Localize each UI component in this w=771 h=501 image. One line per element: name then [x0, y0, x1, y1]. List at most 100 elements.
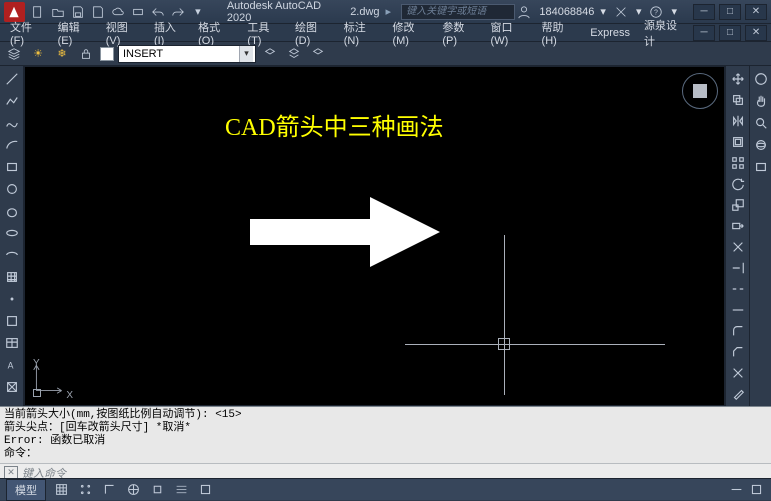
block-icon[interactable]	[3, 378, 21, 396]
menu-insert[interactable]: 插入(I)	[148, 19, 190, 47]
rotate-icon[interactable]	[729, 175, 747, 192]
layer-prev-icon[interactable]	[260, 44, 280, 64]
maximize-button[interactable]: □	[719, 4, 741, 20]
join-icon[interactable]	[729, 301, 747, 318]
status-right	[727, 481, 765, 499]
title-arrow-icon: ▸	[386, 5, 392, 18]
close-button[interactable]: ✕	[745, 4, 767, 20]
layer-combo-text: INSERT	[123, 48, 163, 60]
arc-icon[interactable]	[3, 136, 21, 154]
status-model-label[interactable]: 模型	[6, 479, 46, 501]
polyline-icon[interactable]	[3, 92, 21, 110]
erase-icon[interactable]	[729, 385, 747, 402]
lineweight-icon[interactable]	[172, 481, 190, 499]
menu-dimension[interactable]: 标注(N)	[338, 19, 385, 47]
workspace: A CAD箭头中三种画法 Y X	[0, 66, 771, 500]
menu-express[interactable]: Express	[584, 27, 636, 39]
sun-icon[interactable]: ☀	[28, 44, 48, 64]
doc-maximize-button[interactable]: □	[719, 25, 741, 41]
crosshair-vertical	[504, 235, 505, 395]
user-dropdown-icon[interactable]: ▾	[600, 5, 606, 18]
move-icon[interactable]	[729, 70, 747, 87]
customize-icon[interactable]	[727, 481, 745, 499]
viewcube[interactable]	[682, 73, 718, 109]
showmotion-icon[interactable]	[752, 158, 770, 176]
mtext-icon[interactable]: A	[3, 356, 21, 374]
ucs-origin-box	[33, 389, 41, 397]
doc-close-button[interactable]: ✕	[745, 25, 767, 41]
rectangle-icon[interactable]	[3, 158, 21, 176]
cmd-line-3: Error: 函数已取消	[4, 435, 105, 447]
user-id[interactable]: 184068846	[539, 6, 594, 18]
exchange-icon[interactable]	[612, 3, 630, 21]
layer-match-icon[interactable]	[308, 44, 328, 64]
drawing-row: A CAD箭头中三种画法 Y X	[0, 66, 771, 406]
grid-icon[interactable]	[52, 481, 70, 499]
draw-toolbar: A	[0, 66, 24, 406]
trim-icon[interactable]	[729, 238, 747, 255]
line-icon[interactable]	[3, 70, 21, 88]
chamfer-icon[interactable]	[729, 343, 747, 360]
menu-draw[interactable]: 绘图(D)	[289, 19, 336, 47]
mirror-icon[interactable]	[729, 112, 747, 129]
modify-toolbar	[725, 66, 749, 406]
viewcube-face[interactable]	[693, 84, 707, 98]
osnap-icon[interactable]	[148, 481, 166, 499]
explode-icon[interactable]	[729, 364, 747, 381]
svg-text:?: ?	[655, 9, 659, 16]
menu-bar: 文件(F) 编辑(E) 视图(V) 插入(I) 格式(O) 工具(T) 绘图(D…	[0, 24, 771, 42]
extend-icon[interactable]	[729, 259, 747, 276]
minimize-button[interactable]: ─	[693, 4, 715, 20]
offset-icon[interactable]	[729, 133, 747, 150]
stretch-icon[interactable]	[729, 217, 747, 234]
menu-format[interactable]: 格式(O)	[192, 19, 239, 47]
ellipsearc-icon[interactable]	[3, 246, 21, 264]
menu-tools[interactable]: 工具(T)	[241, 19, 287, 47]
svg-text:A: A	[7, 361, 13, 371]
array-icon[interactable]	[729, 154, 747, 171]
scale-icon[interactable]	[729, 196, 747, 213]
orbit-icon[interactable]	[752, 136, 770, 154]
menu-yuanquan[interactable]: 源泉设计	[638, 17, 691, 49]
layer-combo[interactable]: INSERT ▾	[118, 45, 256, 63]
nav-toolbar	[749, 66, 771, 406]
snap-icon[interactable]	[76, 481, 94, 499]
drawing-canvas[interactable]: CAD箭头中三种画法 Y X	[24, 66, 725, 406]
ortho-icon[interactable]	[100, 481, 118, 499]
cleanscreen-icon[interactable]	[747, 481, 765, 499]
help-search-input[interactable]: 键入关键字或短语	[401, 4, 515, 20]
menu-file[interactable]: 文件(F)	[4, 19, 50, 47]
pan-icon[interactable]	[752, 92, 770, 110]
lock-icon[interactable]	[76, 44, 96, 64]
circle-icon[interactable]	[3, 180, 21, 198]
spline-icon[interactable]	[3, 114, 21, 132]
table-icon[interactable]	[3, 334, 21, 352]
zoom-extents-icon[interactable]	[752, 114, 770, 132]
doc-minimize-button[interactable]: ─	[693, 25, 715, 41]
doc-title: 2.dwg	[350, 6, 379, 18]
region-icon[interactable]	[3, 312, 21, 330]
fillet-icon[interactable]	[729, 322, 747, 339]
menu-window[interactable]: 窗口(W)	[485, 19, 534, 47]
hatch-icon[interactable]	[3, 268, 21, 286]
layer-color-swatch[interactable]	[100, 47, 114, 61]
copy-icon[interactable]	[729, 91, 747, 108]
revcloud-icon[interactable]	[3, 202, 21, 220]
point-icon[interactable]	[3, 290, 21, 308]
menu-edit[interactable]: 编辑(E)	[52, 19, 98, 47]
menu-view[interactable]: 视图(V)	[100, 19, 146, 47]
layer-states-icon[interactable]	[284, 44, 304, 64]
layer-icon[interactable]	[4, 44, 24, 64]
menu-help[interactable]: 帮助(H)	[536, 19, 583, 47]
menu-parametric[interactable]: 参数(P)	[436, 19, 482, 47]
combo-dropdown-icon[interactable]: ▾	[239, 46, 253, 62]
menu-modify[interactable]: 修改(M)	[386, 19, 434, 47]
fullnav-icon[interactable]	[752, 70, 770, 88]
polar-icon[interactable]	[124, 481, 142, 499]
break-icon[interactable]	[729, 280, 747, 297]
freeze-icon[interactable]: ❄	[52, 44, 72, 64]
ellipse-icon[interactable]	[3, 224, 21, 242]
transparency-icon[interactable]	[196, 481, 214, 499]
canvas-heading: CAD箭头中三种画法	[225, 107, 444, 142]
command-history[interactable]: 当前箭头大小(mm,按图纸比例自动调节): <15> 箭头尖点：[回车改箭头尺寸…	[0, 406, 771, 463]
